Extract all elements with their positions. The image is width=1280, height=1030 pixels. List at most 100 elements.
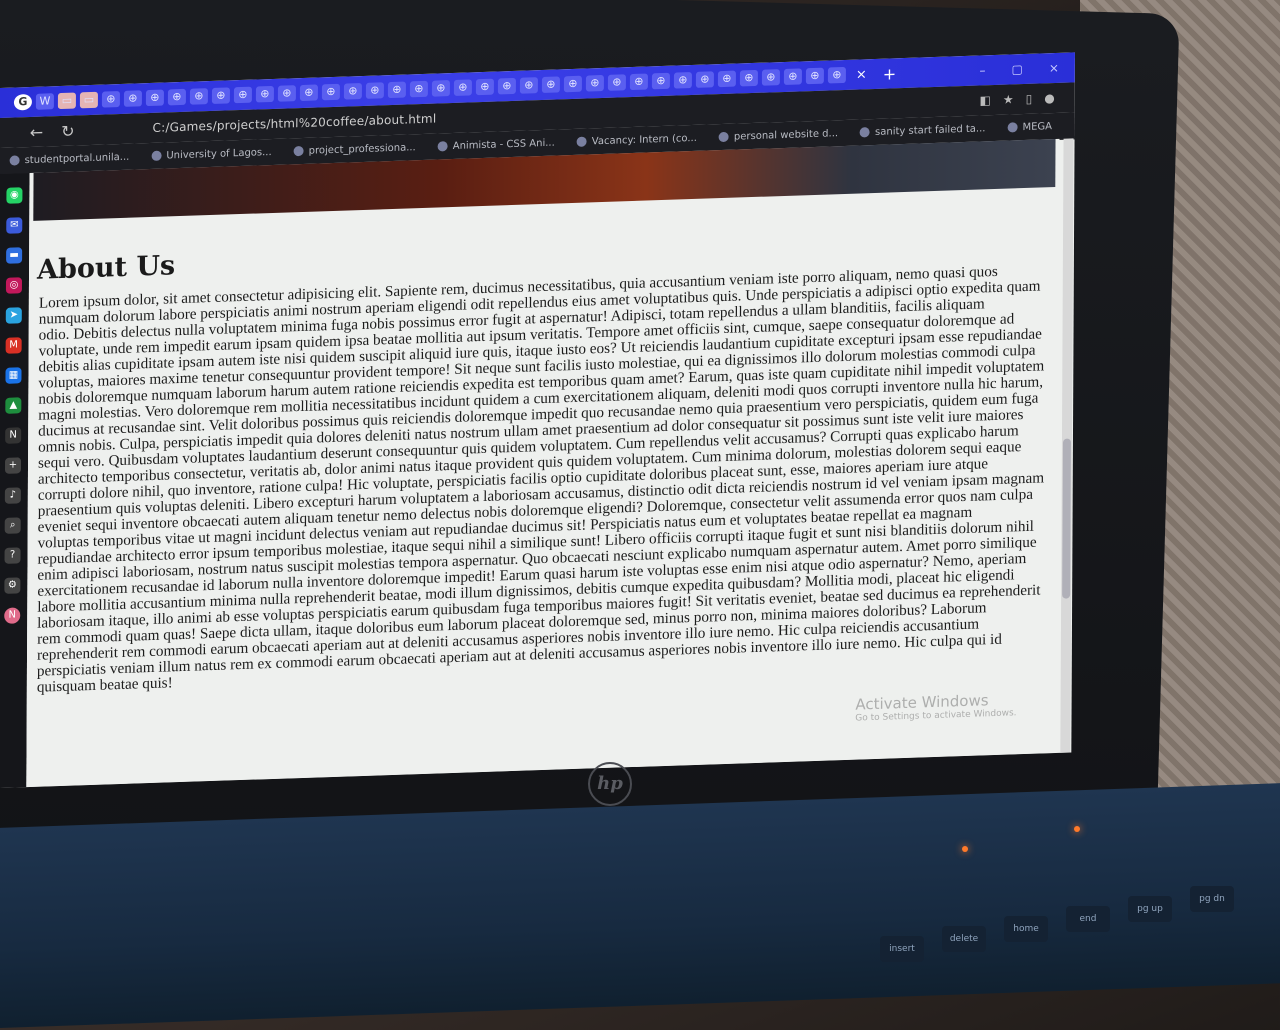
star-icon[interactable]: ★ — [1003, 92, 1014, 106]
browser-tab[interactable]: ⊕ — [629, 73, 648, 91]
browser-tab[interactable]: ▭ — [79, 91, 98, 109]
bookmark-label: MEGA — [1022, 120, 1053, 133]
status-led — [1074, 826, 1080, 832]
browser-tab[interactable]: ⊕ — [365, 82, 384, 99]
gear-icon[interactable]: ⚙ — [4, 577, 21, 594]
browser-tab[interactable]: W — [35, 93, 54, 110]
bookmark-favicon-icon — [151, 150, 162, 161]
bookmark-item[interactable]: Animista - CSS Ani... — [437, 137, 555, 152]
browser-tab[interactable]: ⊕ — [299, 84, 318, 102]
browser-tab[interactable]: ⊕ — [453, 79, 472, 96]
browser-tab[interactable]: ⊕ — [167, 88, 186, 106]
bookmark-item[interactable]: University of Lagos... — [151, 146, 272, 161]
bookmark-item[interactable]: studentportal.unila... — [9, 151, 130, 166]
browser-tab[interactable]: ⊕ — [607, 74, 626, 91]
browser-tab[interactable]: ⊕ — [409, 80, 428, 98]
laptop-screen: G W ▭ ▭ ⊕ ⊕ ⊕ ⊕ ⊕ ⊕ ⊕ ⊕ ⊕ ⊕ ⊕ ⊕ ⊕ ⊕ ⊕ ⊕ ⊕ ⊕ ⊕ ⊕ ⊕ ⊕ ⊕ ⊕ ⊕ ⊕ ⊕ ⊕ ⊕ ⊕ ⊕ ⊕ ⊕ ⊕ × +… — [0, 52, 1075, 789]
sidebar-toggle-icon[interactable]: ▯ — [1026, 92, 1033, 106]
bookmark-favicon-icon — [860, 127, 871, 138]
keyboard-key: pg up — [1128, 896, 1172, 922]
browser-tab[interactable]: ⊕ — [783, 68, 802, 85]
bookmark-favicon-icon — [437, 141, 448, 152]
keyboard-key: home — [1004, 916, 1048, 942]
maximize-button[interactable]: ▢ — [1011, 62, 1022, 76]
about-paragraph: Lorem ipsum dolor, sit amet consectetur … — [36, 262, 1045, 696]
browser-tab[interactable]: ⊕ — [233, 86, 252, 104]
browser-tab[interactable]: ⊕ — [673, 72, 692, 89]
browser-tab[interactable]: ⊕ — [431, 80, 450, 97]
bookmark-item[interactable]: MEGA — [1007, 121, 1052, 133]
browser-tab[interactable]: ⊕ — [101, 91, 120, 108]
gmail-icon[interactable]: M — [5, 337, 22, 354]
status-led — [962, 846, 968, 852]
reload-icon[interactable]: ↻ — [61, 121, 75, 140]
address-bar[interactable]: C:/Games/projects/html%20coffee/about.ht… — [153, 112, 437, 135]
avatar[interactable]: N — [4, 607, 21, 624]
browser-tab[interactable]: ⊕ — [211, 87, 230, 104]
activate-windows-watermark: Activate Windows Go to Settings to activ… — [855, 690, 1016, 723]
bookmark-label: studentportal.unila... — [24, 151, 130, 166]
browser-tab[interactable]: ⊕ — [695, 71, 714, 88]
reader-icon[interactable]: ◧ — [980, 93, 991, 107]
browser-tab[interactable]: ▭ — [57, 92, 76, 110]
browser-tab[interactable]: ⊕ — [145, 89, 164, 107]
browser-tab[interactable]: ⊕ — [277, 85, 296, 102]
bookmark-item[interactable]: Vacancy: Intern (co... — [576, 132, 697, 147]
bookmark-label: sanity start failed ta... — [875, 122, 986, 138]
window-controls: – ▢ × — [979, 60, 1074, 78]
browser-tab[interactable]: ⊕ — [827, 66, 846, 84]
whatsapp-icon[interactable]: ◉ — [6, 187, 23, 204]
bookmark-item[interactable]: personal website d... — [718, 127, 839, 143]
bookmark-favicon-icon — [576, 136, 587, 147]
browser-tab[interactable]: ⊕ — [805, 67, 824, 85]
browser-tab[interactable]: ⊕ — [717, 70, 736, 88]
hp-logo: hp — [588, 762, 632, 806]
telegram-icon[interactable]: ➤ — [5, 307, 22, 324]
bookmark-label: personal website d... — [733, 127, 839, 143]
keyboard-key: insert — [880, 936, 924, 962]
page-scrollbar[interactable] — [1060, 138, 1074, 753]
notion-icon[interactable]: N — [5, 427, 22, 444]
chat-icon[interactable]: ▬ — [6, 247, 23, 264]
browser-tab[interactable]: ⊕ — [519, 77, 538, 94]
bookmark-favicon-icon — [9, 155, 20, 166]
bookmark-item[interactable]: sanity start failed ta... — [860, 122, 986, 138]
browser-tab[interactable]: ⊕ — [189, 88, 208, 105]
browser-tab[interactable]: ⊕ — [651, 72, 670, 90]
close-tab-icon[interactable]: × — [856, 67, 867, 82]
minimize-button[interactable]: – — [979, 63, 985, 77]
browser-tab[interactable]: ⊕ — [475, 78, 494, 96]
scrollbar-thumb[interactable] — [1062, 438, 1071, 599]
bell-icon[interactable]: ♪ — [4, 487, 21, 504]
profile-icon[interactable]: ● — [1044, 91, 1055, 105]
browser-tab[interactable]: ⊕ — [343, 82, 362, 100]
instagram-icon[interactable]: ◎ — [5, 277, 23, 294]
browser-tab[interactable]: ⊕ — [321, 83, 340, 101]
add-icon[interactable]: + — [4, 457, 22, 474]
drive-icon[interactable]: ▲ — [5, 397, 22, 414]
browser-tab[interactable]: ⊕ — [123, 90, 142, 107]
browser-tab[interactable]: ⊕ — [761, 69, 780, 86]
messenger-icon[interactable]: ✉ — [6, 217, 23, 234]
browser-tab[interactable]: ⊕ — [387, 81, 406, 99]
calendar-icon[interactable]: ▦ — [5, 367, 22, 384]
bookmark-favicon-icon — [718, 131, 729, 143]
new-tab-button[interactable]: + — [883, 64, 897, 83]
browser-tab[interactable]: ⊕ — [739, 69, 758, 87]
close-window-button[interactable]: × — [1049, 61, 1059, 75]
search-icon[interactable]: ⌕ — [4, 517, 21, 534]
browser-tab[interactable]: ⊕ — [563, 75, 582, 93]
keyboard-key: delete — [942, 926, 986, 952]
bookmark-label: Vacancy: Intern (co... — [591, 132, 697, 147]
browser-tab[interactable]: ⊕ — [541, 76, 560, 94]
bookmark-favicon-icon — [1007, 122, 1018, 133]
help-icon[interactable]: ? — [4, 547, 21, 564]
browser-tab[interactable]: ⊕ — [255, 85, 274, 103]
browser-tab[interactable]: G — [13, 93, 32, 111]
bookmark-label: project_professiona... — [308, 141, 416, 157]
browser-tab[interactable]: ⊕ — [585, 74, 604, 92]
browser-tab[interactable]: ⊕ — [497, 77, 516, 95]
bookmark-item[interactable]: project_professiona... — [293, 141, 416, 157]
back-icon[interactable]: ← — [30, 122, 44, 141]
keyboard-key: pg dn — [1190, 886, 1234, 912]
